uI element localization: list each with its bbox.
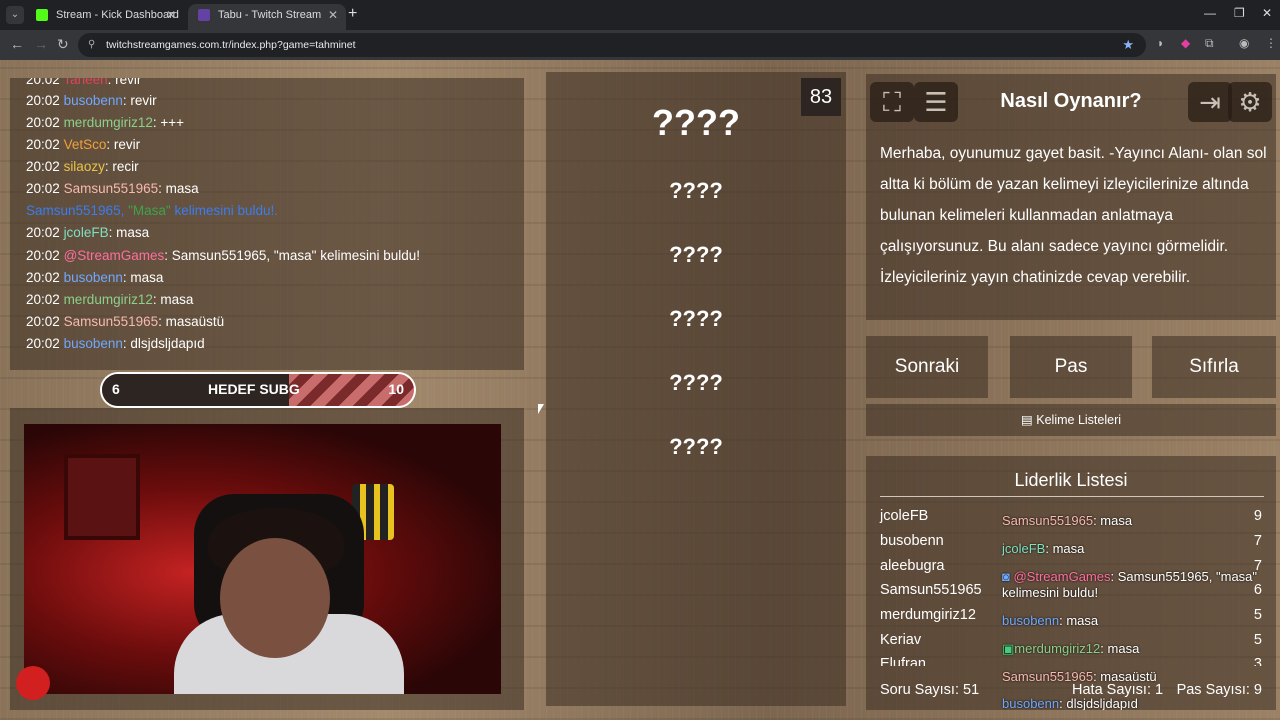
taboo-word: ???? [669,370,723,395]
mouse-cursor [538,404,544,414]
badge-icon: ▣ [1002,641,1015,656]
reset-button[interactable]: Sıfırla [1152,336,1276,398]
chat-line: 20:02 busobenn: masa [26,270,164,285]
bot-icon: ◙ [1002,569,1010,584]
how-to-play-text: Merhaba, oyunumuz gayet basit. -Yayıncı … [880,145,1267,286]
question-count: Soru Sayısı: 51 [880,682,980,698]
url-text: twitchstreamgames.com.tr/index.php?game=… [106,39,356,51]
wall-rug [64,454,140,540]
chat-found-notice: Samsun551965, "Masa" kelimesini buldu!. [26,203,278,218]
chat-line: 20:02 @StreamGames: Samsun551965, "masa"… [26,248,421,263]
chat-panel: 20:02 Taheen: revir 20:02 busobenn: revi… [10,78,524,370]
chat-line: 20:02 busobenn: revir [26,93,157,108]
tab-label: Stream - Kick Dashboard [56,9,179,21]
leaderboard-name: Keriav [880,632,922,648]
record-indicator-icon [16,666,50,700]
overlay-chat-line: busobenn: masa [1002,613,1099,628]
taboo-word: ???? [669,242,723,267]
chat-line: 20:02 silaozy: recir [26,159,139,174]
profile-icon[interactable]: ◉ [1239,36,1249,50]
overlay-chat-line: ◙ @StreamGames: Samsun551965, "masa" kel… [1002,569,1258,600]
site-info-icon[interactable]: ⚲ [88,33,95,57]
next-button[interactable]: Sonraki [866,336,988,398]
leaderboard-name: Samsun551965 [880,582,982,598]
overlay-chat-line: Samsun551965: masa [1002,513,1133,528]
extension-icon[interactable]: ◆ [1181,36,1190,50]
pass-count: Pas Sayısı: 9 [1176,682,1262,698]
chat-line: 20:02 jcoleFB: masa [26,225,150,240]
notepad-icon: ▤ [1020,413,1033,427]
game-page: 20:02 Taheen: revir 20:02 busobenn: revi… [0,60,1280,720]
leaderboard-score: 5 [1253,632,1262,648]
word-column: ???? ???? ???? ???? ???? ???? [546,72,846,706]
chat-line: 20:02 merdumgiriz12: +++ [26,115,184,130]
overlay-chat-line: jcoleFB: masa [1002,541,1085,556]
leaderboard-score: 9 [1253,508,1262,524]
taboo-word: ???? [669,306,723,331]
tab-tabu-game[interactable]: Tabu - Twitch Stream Games ✕ [188,4,346,43]
address-toolbar: ← → ↻ ⚲ twitchstreamgames.com.tr/index.p… [0,30,1280,60]
word-lists-label: Kelime Listeleri [1036,413,1122,427]
close-tab-icon[interactable]: ✕ [328,4,338,26]
tab-kick-dashboard[interactable]: Stream - Kick Dashboard ✕ [26,4,184,30]
sub-goal-label: HEDEF SUBG [208,381,300,397]
taboo-word: ???? [669,178,723,203]
leaderboard-score: 5 [1253,607,1262,623]
minimize-icon[interactable]: — [1204,6,1216,20]
overlay-chat-line: busobenn: dlsjdsljdapıd [1002,696,1138,710]
webcam-feed [24,424,501,694]
leaderboard-score: 3 [1253,656,1262,666]
restore-icon[interactable]: ❐ [1234,6,1245,20]
sub-goal-current: 6 [112,381,120,397]
leaderboard-name: merdumgiriz12 [880,607,976,623]
chat-line: 20:02 VetSco: revir [26,137,141,152]
sub-goal-target: 10 [388,381,404,397]
url-bar[interactable]: ⚲ twitchstreamgames.com.tr/index.php?gam… [78,33,1146,57]
leaderboard-name: Elufran [880,656,926,666]
reload-icon[interactable]: ↻ [57,36,69,53]
exit-icon[interactable]: ⇥ [1188,82,1232,122]
leaderboard-name: busobenn [880,533,944,549]
leaderboard-name: aleebugra [880,558,945,574]
taboo-word: ???? [669,434,723,459]
forward-icon[interactable]: → [34,36,48,52]
leaderboard-panel: Liderlik Listesi jcoleFB 9 busobenn 7 al… [866,456,1276,710]
chat-line: 20:02 Taheen: revir [26,78,142,87]
gear-icon[interactable]: ⚙ [1228,82,1272,122]
twitch-favicon-icon [198,9,210,21]
how-to-play-panel: ⛶ ☰ Nasıl Oynanır? ⇥ ⚙ Merhaba, oyunumuz… [866,74,1276,320]
extensions-puzzle-icon[interactable]: ⧉ [1205,36,1214,51]
leaderboard-score: 7 [1253,533,1262,549]
kick-favicon-icon [36,9,48,21]
pass-button[interactable]: Pas [1010,336,1132,398]
chat-line: 20:02 Samsun551965: masa [26,181,199,196]
leaderboard-name: jcoleFB [880,508,929,524]
menu-dots-icon[interactable]: ⋮ [1265,36,1277,50]
close-window-icon[interactable]: ✕ [1262,6,1272,20]
tab-search-button[interactable]: ⌄ [6,6,24,24]
streamer-face [220,538,330,658]
chat-line: 20:02 busobenn: dlsjdsljdapıd [26,336,205,351]
sub-goal-bar: 6 HEDEF SUBG 10 [100,372,416,408]
countdown-timer: 83 [801,78,841,116]
close-tab-icon[interactable]: ✕ [166,4,176,26]
back-icon[interactable]: ← [10,36,24,52]
word-lists-button[interactable]: ▤ Kelime Listeleri [866,404,1276,436]
chat-line: 20:02 Samsun551965: masaüstü [26,314,225,329]
bookmark-star-icon[interactable]: ★ [1122,33,1134,57]
overlay-chat-line: ▣merdumgiriz12: masa [1002,641,1140,656]
tab-strip: ⌄ Stream - Kick Dashboard ✕ Tabu - Twitc… [0,0,1280,43]
chat-line: 20:02 merdumgiriz12: masa [26,292,194,307]
leaderboard-divider [880,496,1264,497]
extension-icon[interactable]: ◗ [1157,36,1164,50]
error-count: Hata Sayısı: 1 [1072,682,1164,698]
leaderboard-title: Liderlik Listesi [1014,470,1128,490]
new-tab-icon[interactable]: + [348,5,357,23]
